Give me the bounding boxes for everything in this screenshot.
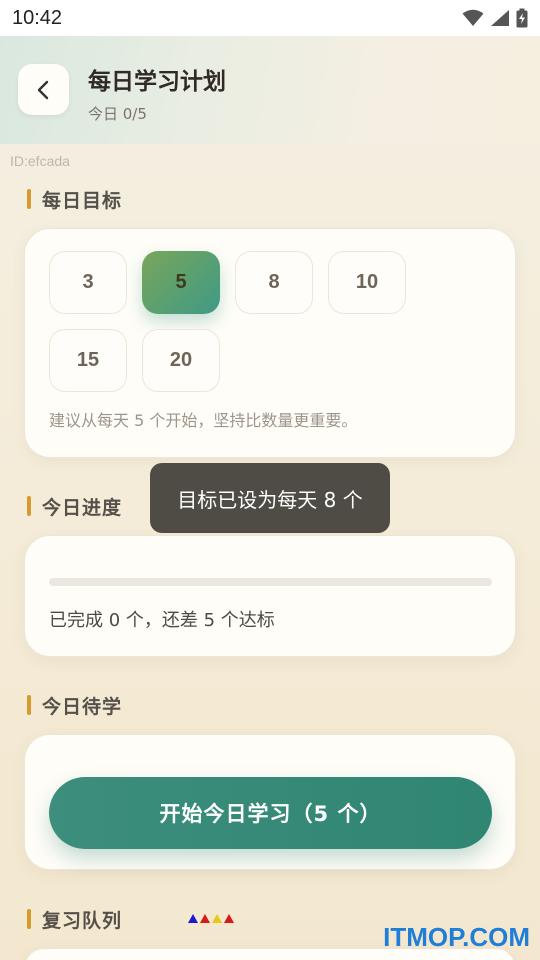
battery-charging-icon: [516, 8, 528, 28]
daily-goal-card: 3 5 8 10 15 20 建议从每天 5 个开始，坚持比数量更重要。: [24, 228, 516, 458]
wifi-icon: [462, 9, 484, 26]
color-triangles-icon: [187, 912, 235, 924]
goal-option-8[interactable]: 8: [235, 251, 313, 314]
section-marker: [27, 909, 31, 929]
section-daily-goal-title: 每日目标: [42, 189, 123, 212]
goal-option-10[interactable]: 10: [328, 251, 406, 314]
section-marker: [27, 695, 31, 715]
goal-option-3[interactable]: 3: [49, 251, 127, 314]
section-marker: [27, 189, 31, 209]
goal-option-5[interactable]: 5: [142, 251, 220, 314]
toast-message: 目标已设为每天 8 个: [150, 463, 390, 533]
status-bar: 10:42: [0, 0, 540, 36]
id-label: ID:efcada: [10, 153, 70, 169]
section-today-pending-title: 今日待学: [42, 695, 123, 718]
section-today-pending: 今日待学: [27, 694, 123, 718]
page-title: 每日学习计划: [88, 69, 226, 95]
goal-option-15[interactable]: 15: [49, 329, 127, 392]
watermark: ITMOP.COM: [383, 922, 530, 952]
section-today-progress: 今日进度: [27, 495, 123, 519]
status-icons: [462, 8, 528, 28]
section-review-queue-title: 复习队列: [42, 909, 123, 932]
section-daily-goal: 每日目标: [27, 188, 123, 212]
section-marker: [27, 496, 31, 516]
goal-hint: 建议从每天 5 个开始，坚持比数量更重要。: [49, 411, 358, 430]
today-progress-card: 已完成 0 个，还差 5 个达标: [24, 535, 516, 657]
section-today-progress-title: 今日进度: [42, 496, 123, 519]
start-learning-button[interactable]: 开始今日学习（5 个）: [49, 777, 492, 849]
today-count: 今日 0/5: [88, 105, 147, 123]
app-header: 每日学习计划 今日 0/5: [0, 36, 540, 144]
chevron-left-icon: [37, 80, 48, 99]
goal-option-20[interactable]: 20: [142, 329, 220, 392]
progress-text: 已完成 0 个，还差 5 个达标: [49, 610, 275, 631]
section-review-queue: 复习队列: [27, 908, 123, 932]
status-time: 10:42: [12, 6, 63, 29]
today-pending-card: 开始今日学习（5 个）: [24, 734, 516, 870]
progress-bar: [49, 578, 492, 586]
back-button[interactable]: [18, 64, 69, 115]
signal-icon: [491, 10, 509, 26]
